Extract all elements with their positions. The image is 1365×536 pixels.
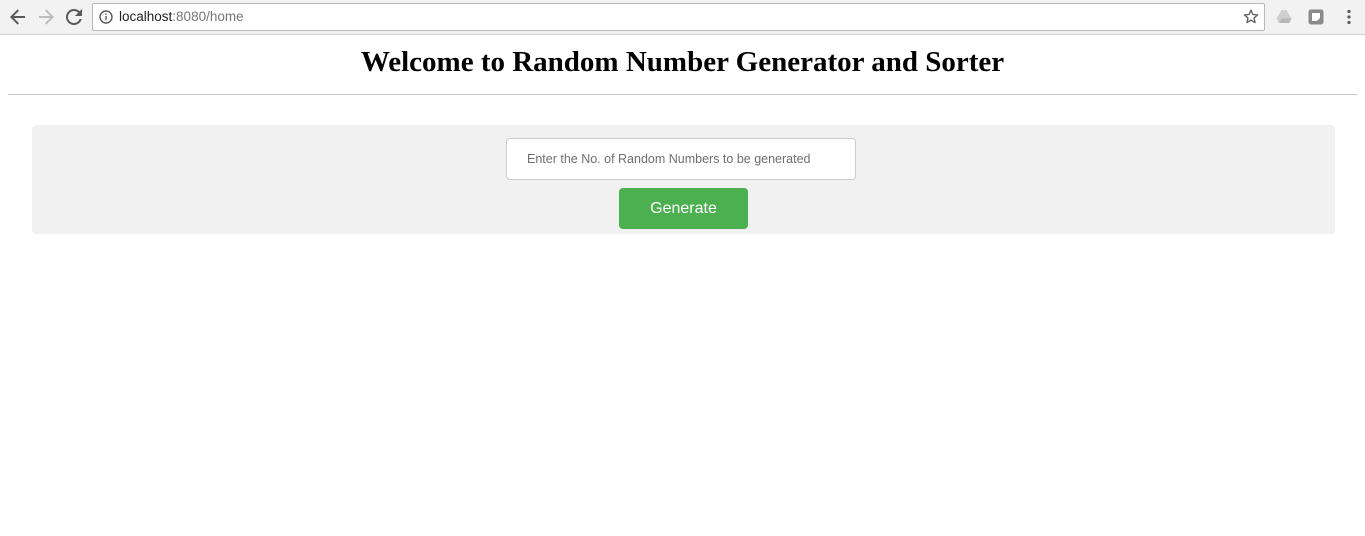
url-path: :8080/home [172, 9, 244, 24]
url-text[interactable]: localhost:8080/home [119, 4, 244, 30]
header-divider [8, 94, 1357, 95]
drive-icon[interactable] [1276, 9, 1292, 25]
reload-button[interactable] [63, 6, 85, 28]
info-icon[interactable] [99, 10, 113, 24]
reload-icon [66, 9, 82, 25]
back-arrow-icon [10, 9, 25, 25]
forward-arrow-icon [39, 9, 54, 25]
url-host: localhost [119, 9, 173, 24]
random-count-input[interactable] [506, 138, 856, 180]
page-title: Welcome to Random Number Generator and S… [360, 46, 1005, 78]
address-bar[interactable]: localhost:8080/home [92, 3, 1265, 31]
star-icon[interactable] [1243, 9, 1259, 25]
extension-icon[interactable] [1308, 9, 1324, 25]
back-button[interactable] [7, 6, 29, 28]
generate-button[interactable]: Generate [619, 188, 748, 229]
browser-toolbar: localhost:8080/home [0, 0, 1365, 35]
forward-button[interactable] [35, 6, 57, 28]
menu-dots-icon[interactable] [1341, 9, 1357, 25]
